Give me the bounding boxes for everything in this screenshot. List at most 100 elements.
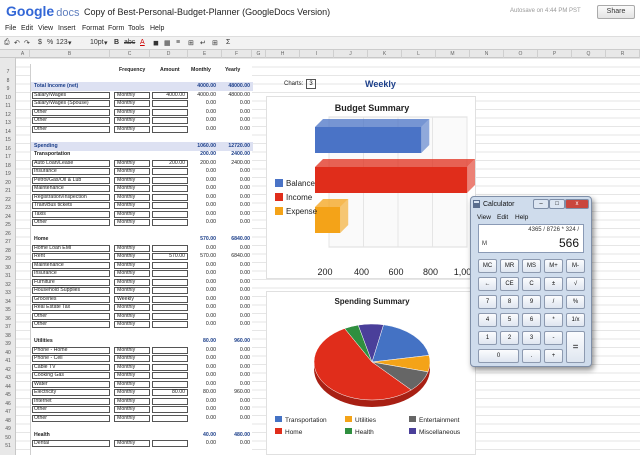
row-header-47[interactable]: 47: [0, 408, 16, 416]
utilities-amount-cell[interactable]: [152, 372, 188, 379]
column-header-q[interactable]: Q: [572, 50, 606, 58]
income-amount-cell[interactable]: [152, 117, 188, 124]
calc-key[interactable]: 6: [522, 313, 541, 327]
column-header-b[interactable]: B: [30, 50, 110, 58]
calc-key[interactable]: -: [544, 331, 563, 345]
calc-key[interactable]: CE: [500, 277, 519, 291]
income-amount-cell[interactable]: [152, 100, 188, 107]
row-header-32[interactable]: 32: [0, 281, 16, 289]
maximize-button[interactable]: □: [549, 199, 565, 209]
row-header-11[interactable]: 11: [0, 102, 16, 110]
calc-key[interactable]: M-: [566, 259, 585, 273]
row-header-40[interactable]: 40: [0, 349, 16, 357]
menu-view[interactable]: View: [38, 25, 53, 32]
google-docs-logo[interactable]: Google docs: [6, 3, 79, 19]
calc-key[interactable]: 2: [500, 331, 519, 345]
row-header-49[interactable]: 49: [0, 425, 16, 433]
menu-tools[interactable]: Tools: [128, 25, 144, 32]
bold-button[interactable]: B: [114, 39, 119, 46]
calc-key[interactable]: M+: [544, 259, 563, 273]
menu-file[interactable]: File: [5, 25, 16, 32]
calc-key[interactable]: MC: [478, 259, 497, 273]
calc-key[interactable]: 1: [478, 331, 497, 345]
row-header-31[interactable]: 31: [0, 272, 16, 280]
row-header-9[interactable]: 9: [0, 85, 16, 93]
transportation-amount-cell[interactable]: [152, 176, 188, 184]
home-amount-cell[interactable]: [152, 270, 188, 277]
utilities-amount-cell[interactable]: [152, 355, 188, 362]
health-amount-cell[interactable]: [152, 440, 188, 447]
utilities-amount-cell[interactable]: [152, 380, 188, 388]
row-header-17[interactable]: 17: [0, 153, 16, 161]
undo-icon[interactable]: ↶: [14, 39, 20, 47]
align-icon[interactable]: ≡: [176, 39, 180, 46]
row-header-8[interactable]: 8: [0, 77, 16, 85]
share-button[interactable]: Share: [597, 5, 635, 19]
row-header-46[interactable]: 46: [0, 400, 16, 408]
column-header-j[interactable]: J: [334, 50, 368, 58]
print-icon[interactable]: ⎙: [4, 39, 10, 47]
minimize-button[interactable]: –: [533, 199, 549, 209]
row-header-7[interactable]: 7: [0, 68, 16, 76]
column-header-k[interactable]: K: [368, 50, 402, 58]
utilities-amount-cell[interactable]: [152, 346, 188, 354]
calc-key[interactable]: ±: [544, 277, 563, 291]
close-button[interactable]: x: [565, 199, 589, 209]
home-amount-cell[interactable]: [152, 321, 188, 328]
calc-key[interactable]: =: [566, 331, 585, 363]
income-amount-cell[interactable]: [152, 125, 188, 133]
spending-summary-chart[interactable]: Spending Summary Transportation Utilities E…: [266, 291, 476, 455]
row-header-30[interactable]: 30: [0, 264, 16, 272]
row-header-18[interactable]: 18: [0, 162, 16, 170]
chevron-down-icon[interactable]: ▾: [104, 39, 108, 47]
column-header-g[interactable]: G: [252, 50, 266, 58]
row-header-12[interactable]: 12: [0, 111, 16, 119]
calc-key[interactable]: +: [544, 349, 563, 363]
calc-key[interactable]: ←: [478, 277, 497, 291]
borders-icon[interactable]: ▦: [164, 39, 171, 47]
calc-key[interactable]: MS: [522, 259, 541, 273]
transportation-amount-cell[interactable]: [152, 193, 188, 201]
home-amount-cell[interactable]: [152, 304, 188, 311]
column-header-n[interactable]: N: [470, 50, 504, 58]
row-header-28[interactable]: 28: [0, 247, 16, 255]
currency-button[interactable]: $: [38, 39, 42, 46]
row-header-10[interactable]: 10: [0, 94, 16, 102]
home-amount-cell[interactable]: [152, 261, 188, 269]
row-header-13[interactable]: 13: [0, 119, 16, 127]
row-header-25[interactable]: 25: [0, 221, 16, 229]
calc-key[interactable]: 7: [478, 295, 497, 309]
insert-icon[interactable]: ⊞: [212, 39, 218, 47]
calc-menu-view[interactable]: View: [477, 214, 491, 221]
calc-key[interactable]: 0: [478, 349, 519, 363]
row-header-44[interactable]: 44: [0, 383, 16, 391]
wrap-icon[interactable]: ↵: [200, 39, 206, 47]
calc-menu-edit[interactable]: Edit: [497, 214, 508, 221]
calc-key[interactable]: 5: [500, 313, 519, 327]
utilities-amount-cell[interactable]: [152, 363, 188, 371]
income-amount-cell[interactable]: [152, 108, 188, 116]
row-header-36[interactable]: 36: [0, 315, 16, 323]
row-header-23[interactable]: 23: [0, 204, 16, 212]
column-header-h[interactable]: H: [266, 50, 300, 58]
row-header-27[interactable]: 27: [0, 238, 16, 246]
row-header-29[interactable]: 29: [0, 255, 16, 263]
fill-color-icon[interactable]: ◼: [153, 39, 159, 47]
utilities-amount-cell[interactable]: [152, 397, 188, 405]
percent-button[interactable]: %: [47, 39, 53, 46]
calc-key[interactable]: 4: [478, 313, 497, 327]
column-header-m[interactable]: M: [436, 50, 470, 58]
menu-help[interactable]: Help: [150, 25, 164, 32]
row-header-50[interactable]: 50: [0, 434, 16, 442]
column-header-f[interactable]: F: [222, 50, 252, 58]
calc-menu-help[interactable]: Help: [515, 214, 528, 221]
row-header-22[interactable]: 22: [0, 196, 16, 204]
calc-key[interactable]: /: [544, 295, 563, 309]
font-size-select[interactable]: 10pt: [90, 39, 104, 46]
row-header-20[interactable]: 20: [0, 179, 16, 187]
row-header-24[interactable]: 24: [0, 213, 16, 221]
calc-key[interactable]: %: [566, 295, 585, 309]
column-header-o[interactable]: O: [504, 50, 538, 58]
home-amount-cell[interactable]: [152, 278, 188, 286]
charts-count-cell[interactable]: 3: [306, 79, 316, 89]
